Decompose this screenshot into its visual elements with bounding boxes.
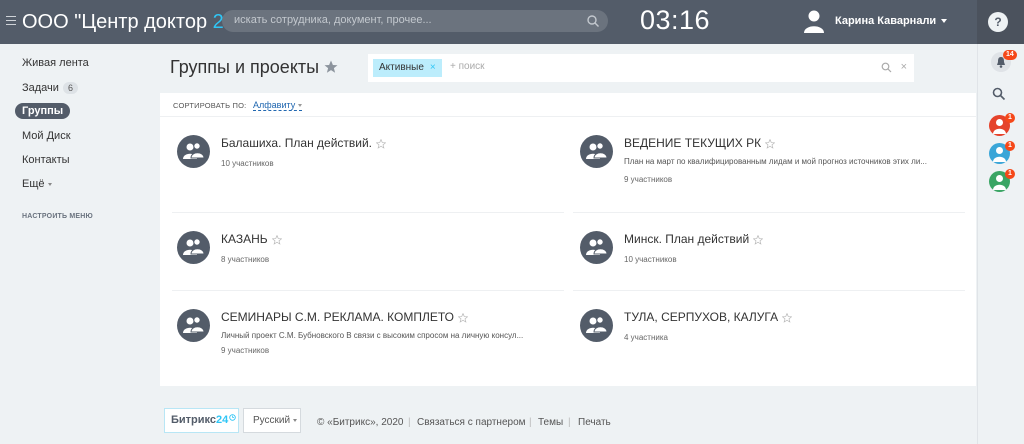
group-members: 9 участников (221, 346, 270, 355)
menu-item-more[interactable]: Ещё (22, 178, 52, 190)
group-members: 10 участников (624, 255, 677, 264)
user-icon (993, 119, 1006, 134)
company-logo[interactable]: ООО "Центр доктор 24 (22, 11, 235, 34)
star-outline-icon[interactable] (765, 138, 776, 149)
star-outline-icon[interactable] (376, 138, 387, 149)
star-outline-icon[interactable] (782, 312, 793, 323)
search-placeholder: искать сотрудника, документ, прочее... (234, 14, 432, 26)
group-name[interactable]: Минск. План действий (624, 232, 764, 246)
partner-link[interactable]: Связаться с партнером (417, 417, 526, 428)
footer-separator: | (408, 417, 411, 428)
menu-item-tasks[interactable]: Задачи 6 (22, 82, 78, 94)
menu-item-groups[interactable]: Группы (15, 103, 71, 119)
user-name[interactable]: Карина Каварнали (835, 15, 948, 27)
divider (172, 212, 564, 213)
copyright: © «Битрикс», 2020 (317, 417, 404, 428)
chevron-down-icon (47, 182, 52, 186)
footer: Битрикс24 Русский © «Битрикс», 2020 | Св… (160, 405, 976, 435)
help-icon[interactable]: ? (988, 12, 1008, 32)
chevron-down-icon (941, 19, 948, 24)
clock-icon (229, 414, 237, 421)
themes-link[interactable]: Темы (538, 417, 563, 428)
group-description: Личный проект С.М. Бубновского В связи с… (221, 331, 524, 340)
group-card[interactable]: СЕМИНАРЫ С.М. РЕКЛАМА. КОМПЛЕТО Личный п… (160, 301, 552, 373)
user-icon (993, 147, 1006, 162)
tag-close-icon[interactable]: × (430, 62, 436, 73)
group-card[interactable]: ВЕДЕНИЕ ТЕКУЩИХ РК План на март по квали… (563, 127, 955, 199)
group-card[interactable]: ТУЛА, СЕРПУХОВ, КАЛУГА 4 участника (563, 301, 955, 373)
group-members: 4 участника (624, 333, 668, 342)
tasks-count-badge: 6 (62, 82, 78, 94)
menu-item-disk[interactable]: Мой Диск (22, 130, 71, 142)
star-outline-icon[interactable] (753, 234, 764, 245)
group-members: 10 участников (221, 159, 274, 168)
chat-badge: 1 (1005, 141, 1015, 151)
group-avatar-icon[interactable] (177, 135, 210, 168)
right-rail: 14 1 1 1 (977, 44, 1024, 444)
menu-item-feed[interactable]: Живая лента (22, 57, 89, 69)
menu-item-contacts[interactable]: Контакты (22, 154, 70, 166)
chat-badge: 1 (1005, 113, 1015, 123)
group-name[interactable]: Балашиха. План действий. (221, 136, 387, 150)
divider (573, 290, 965, 291)
group-name[interactable]: КАЗАНЬ (221, 232, 282, 246)
footer-separator: | (529, 417, 532, 428)
filter-search-input[interactable]: + поиск (450, 61, 485, 72)
group-name[interactable]: ВЕДЕНИЕ ТЕКУЩИХ РК (624, 136, 776, 150)
group-avatar-icon[interactable] (580, 309, 613, 342)
group-avatar-icon[interactable] (177, 231, 210, 264)
search-icon[interactable] (992, 87, 1006, 101)
page-title: Группы и проекты (170, 57, 320, 77)
group-members: 8 участников (221, 255, 270, 264)
clear-icon[interactable]: × (901, 61, 907, 73)
user-avatar-icon[interactable] (803, 9, 825, 33)
sort-bar: СОРТИРОВАТЬ ПО: Алфавиту (160, 93, 976, 117)
group-description: План на март по квалифицированным лидам … (624, 157, 927, 166)
group-avatar-icon[interactable] (177, 309, 210, 342)
search-icon[interactable] (586, 14, 600, 28)
group-card[interactable]: КАЗАНЬ 8 участников (160, 223, 552, 295)
setup-menu-link[interactable]: НАСТРОИТЬ МЕНЮ (22, 213, 93, 220)
group-card[interactable]: Минск. План действий 10 участников (563, 223, 955, 295)
filter-search-bar[interactable]: Активные × + поиск × (368, 54, 914, 82)
divider (573, 212, 965, 213)
global-search-input[interactable]: искать сотрудника, документ, прочее... (222, 10, 608, 32)
star-icon[interactable] (324, 60, 338, 74)
star-outline-icon[interactable] (271, 234, 282, 245)
bitrix24-logo[interactable]: Битрикс24 (164, 408, 239, 433)
chat-badge: 1 (1005, 169, 1015, 179)
groups-panel: СОРТИРОВАТЬ ПО: Алфавиту Балашиха. План … (160, 93, 976, 386)
group-avatar-icon[interactable] (580, 135, 613, 168)
sort-dropdown[interactable]: Алфавиту (253, 100, 303, 111)
search-icon[interactable] (881, 62, 892, 73)
group-avatar-icon[interactable] (580, 231, 613, 264)
print-link[interactable]: Печать (578, 417, 611, 428)
clock[interactable]: 03:16 (640, 5, 710, 36)
top-header: ООО "Центр доктор 24 искать сотрудника, … (0, 0, 1024, 44)
sort-label: СОРТИРОВАТЬ ПО: (173, 101, 247, 110)
chevron-down-icon (298, 104, 303, 108)
group-members: 9 участников (624, 175, 673, 184)
divider (172, 290, 564, 291)
chevron-down-icon (293, 418, 298, 422)
star-outline-icon[interactable] (457, 312, 468, 323)
group-name[interactable]: СЕМИНАРЫ С.М. РЕКЛАМА. КОМПЛЕТО (221, 310, 468, 324)
group-card[interactable]: Балашиха. План действий. 10 участников (160, 127, 552, 199)
footer-separator: | (568, 417, 571, 428)
user-icon (993, 175, 1006, 190)
notifications-count-badge: 14 (1003, 50, 1017, 60)
menu-burger-icon[interactable] (6, 16, 16, 25)
help-area: ? (977, 0, 1024, 44)
filter-tag-active[interactable]: Активные × (373, 59, 442, 77)
group-name[interactable]: ТУЛА, СЕРПУХОВ, КАЛУГА (624, 310, 793, 324)
language-select[interactable]: Русский (243, 408, 301, 433)
